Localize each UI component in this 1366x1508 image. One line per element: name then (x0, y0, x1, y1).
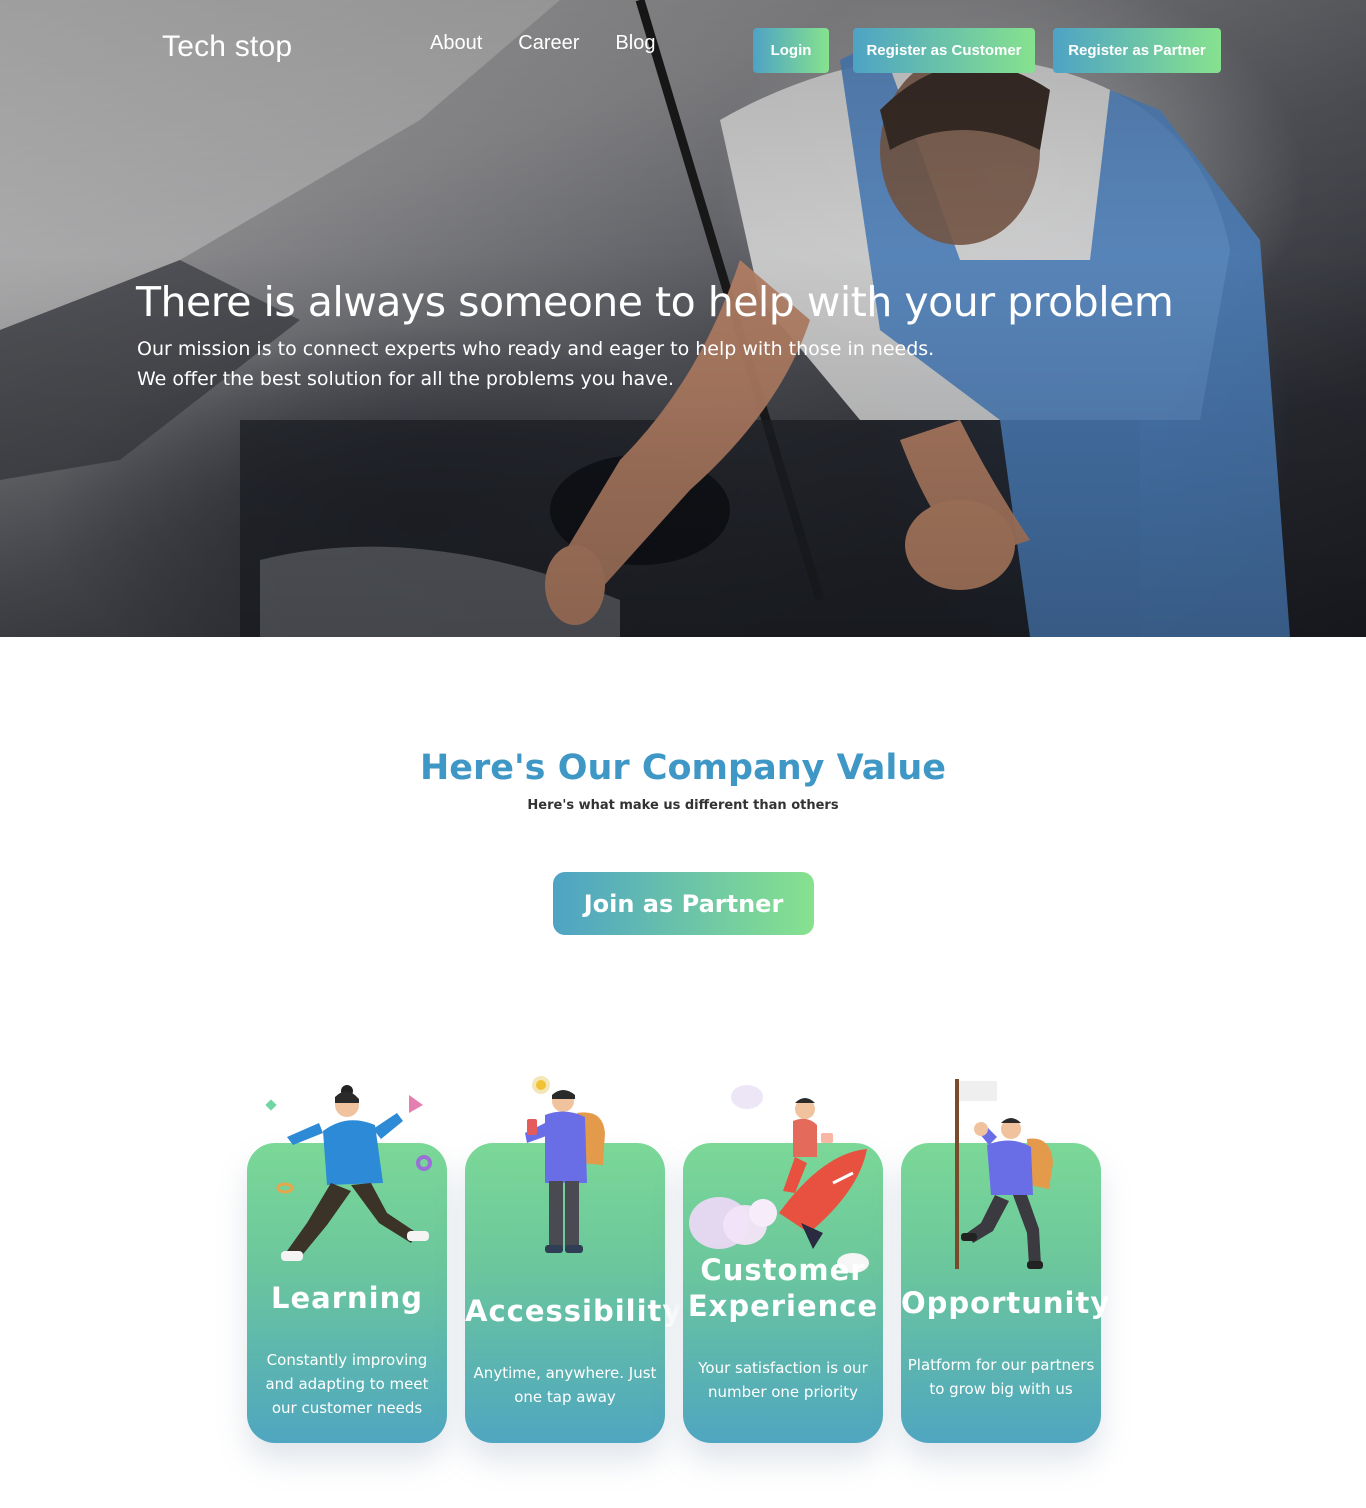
card-title-learning: Learning (270, 1281, 423, 1315)
card-title-opportunity: Opportunity (901, 1286, 1111, 1320)
nav-about-link[interactable]: About (430, 32, 482, 55)
nav-career-link[interactable]: Career (518, 32, 579, 55)
value-card-learning: Learning Constantly improving and adapti… (247, 1085, 447, 1443)
card-title-customer-experience: Customer Experience (687, 1253, 879, 1323)
person-with-flag-icon (955, 1079, 1053, 1269)
register-partner-button[interactable]: Register as Partner (1053, 28, 1221, 73)
value-card-accessibility: Accessibility Anytime, anywhere. Just on… (465, 1076, 683, 1443)
card-desc-opportunity: Platform for our partners to grow big wi… (907, 1356, 1095, 1398)
join-partner-button[interactable]: Join as Partner (553, 872, 814, 935)
hero-subtitle-line-2: We offer the best solution for all the p… (137, 368, 675, 390)
hero-title: There is always someone to help with you… (136, 278, 1174, 326)
login-button[interactable]: Login (753, 28, 829, 73)
values-subtitle: Here's what make us different than other… (527, 798, 839, 813)
brand-logo[interactable]: Tech stop (162, 30, 292, 64)
nav-blog-link[interactable]: Blog (615, 32, 655, 55)
hero-section: Tech stop About Career Blog Login Regist… (0, 0, 1366, 637)
values-title: Here's Our Company Value (419, 748, 947, 788)
register-customer-button[interactable]: Register as Customer (853, 28, 1035, 73)
person-with-phone-icon (525, 1076, 605, 1253)
value-card-customer-experience: Customer Experience Your satisfaction is… (683, 1085, 883, 1443)
value-card-opportunity: Opportunity Platform for our partners to… (901, 1079, 1111, 1443)
card-desc-accessibility: Anytime, anywhere. Just one tap away (473, 1364, 657, 1406)
card-desc-customer-experience: Your satisfaction is our number one prio… (698, 1359, 868, 1401)
running-person-icon (265, 1085, 432, 1261)
card-desc-learning: Constantly improving and adapting to mee… (265, 1351, 429, 1417)
main-nav: About Career Blog (430, 32, 691, 55)
card-title-accessibility: Accessibility (465, 1294, 683, 1328)
hero-subtitle: Our mission is to connect experts who re… (137, 334, 934, 394)
hero-subtitle-line-1: Our mission is to connect experts who re… (137, 338, 935, 360)
person-on-rocket-icon (689, 1085, 869, 1273)
